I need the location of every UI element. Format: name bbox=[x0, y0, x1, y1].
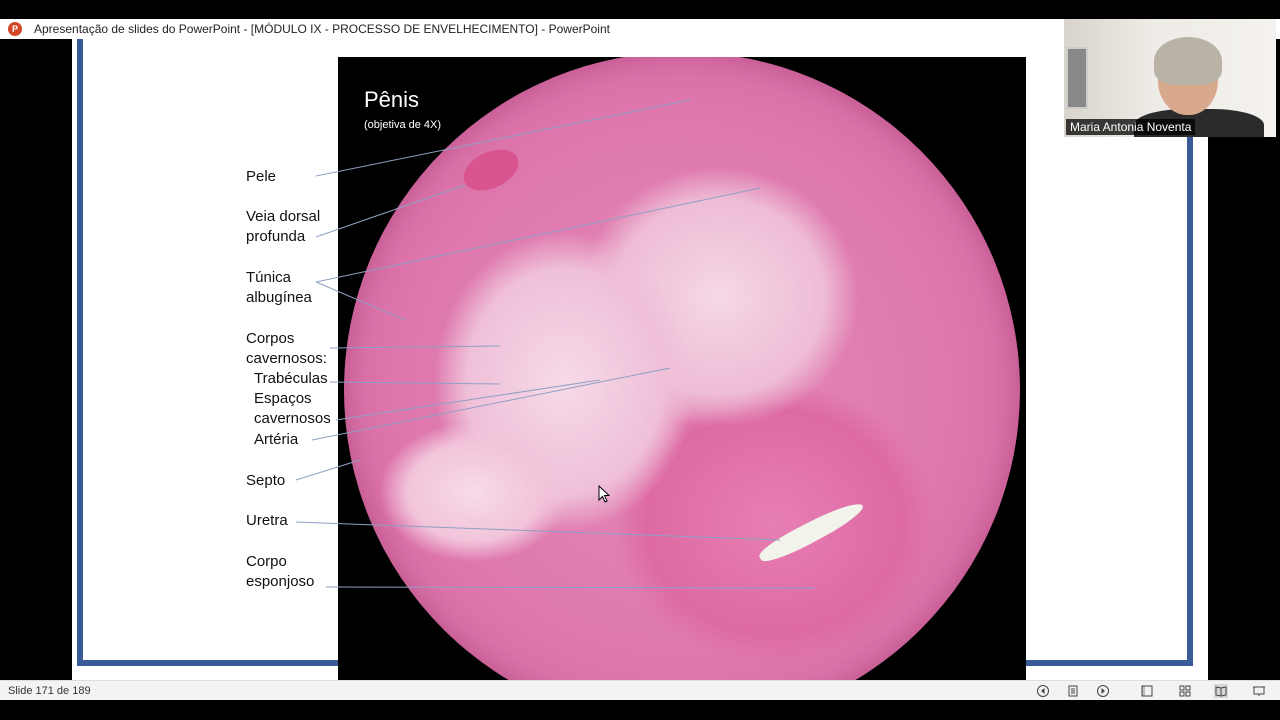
micrograph-title: Pênis bbox=[364, 87, 420, 112]
mouse-cursor-icon bbox=[598, 485, 610, 503]
micrograph: Pênis (objetiva de 4X) bbox=[338, 57, 1026, 680]
label-profunda: profunda bbox=[246, 228, 306, 245]
previous-icon[interactable] bbox=[1036, 684, 1050, 698]
slideshow-icon[interactable] bbox=[1252, 684, 1266, 698]
status-bar: Slide 171 de 189 bbox=[0, 680, 1280, 701]
notes-icon[interactable] bbox=[1066, 684, 1080, 698]
powerpoint-icon: P bbox=[8, 22, 22, 36]
webcam-overlay[interactable]: Maria Antonia Noventa bbox=[1064, 19, 1276, 137]
participant-name: Maria Antonia Noventa bbox=[1066, 119, 1196, 135]
slide-sorter-icon[interactable] bbox=[1178, 684, 1192, 698]
label-espacos: Espaços bbox=[254, 390, 312, 407]
label-veia-dorsal: Veia dorsal bbox=[246, 208, 321, 225]
label-corpos: Corpos bbox=[246, 330, 295, 347]
label-cavernosos: cavernosos: bbox=[246, 350, 327, 367]
wall-picture bbox=[1066, 47, 1088, 109]
slide[interactable]: Pênis (objetiva de 4X) Pele Veia dorsal … bbox=[72, 39, 1208, 680]
label-espacos-cavernosos: cavernosos bbox=[254, 410, 331, 427]
label-pele: Pele bbox=[246, 168, 277, 185]
label-septo: Septo bbox=[246, 472, 286, 489]
label-trabeculas: Trabéculas bbox=[254, 370, 328, 387]
participant-hair bbox=[1154, 37, 1222, 85]
micrograph-field bbox=[344, 57, 1020, 680]
label-uretra: Uretra bbox=[246, 512, 288, 529]
slide-counter: Slide 171 de 189 bbox=[8, 685, 91, 697]
normal-view-icon[interactable] bbox=[1140, 684, 1154, 698]
micrograph-subtitle: (objetiva de 4X) bbox=[364, 119, 442, 131]
label-corpo: Corpo bbox=[246, 553, 287, 570]
reading-view-icon[interactable] bbox=[1214, 684, 1228, 698]
label-esponjoso: esponjoso bbox=[246, 573, 315, 590]
urethra-shape bbox=[756, 496, 867, 568]
bottom-black-bar bbox=[0, 700, 1280, 720]
label-tunica: Túnica bbox=[246, 269, 292, 286]
window-title: Apresentação de slides do PowerPoint - [… bbox=[34, 22, 610, 36]
dorsal-vein-shape bbox=[457, 141, 525, 199]
next-icon[interactable] bbox=[1096, 684, 1110, 698]
label-albuginea: albugínea bbox=[246, 289, 312, 306]
label-arteria: Artéria bbox=[254, 431, 299, 448]
